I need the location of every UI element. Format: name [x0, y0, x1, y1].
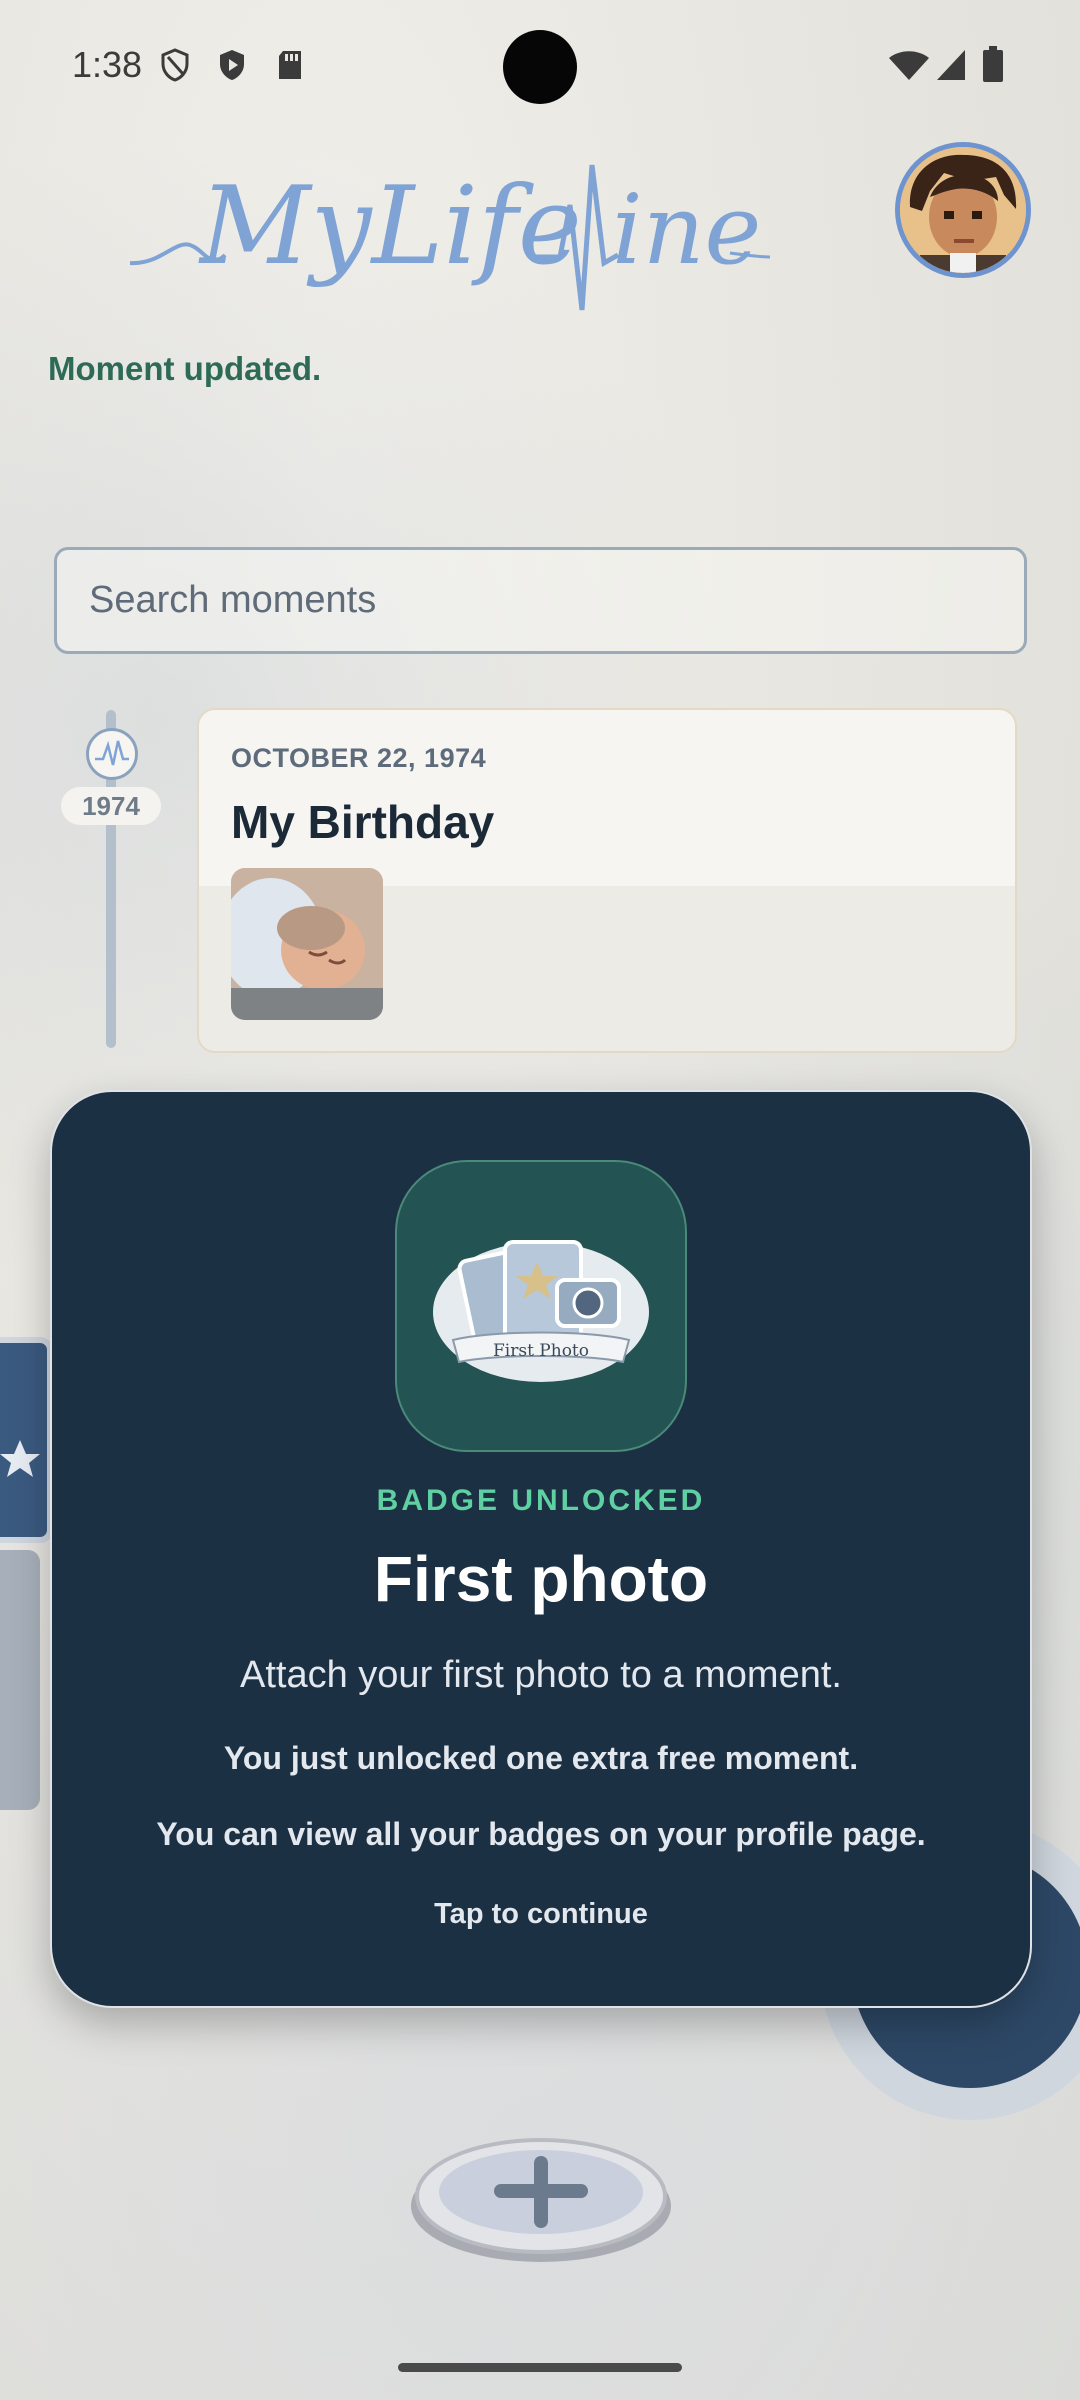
home-indicator[interactable]	[398, 2363, 682, 2372]
shield-icon	[161, 48, 189, 82]
toast-message: Moment updated.	[48, 350, 322, 387]
play-protect-icon	[220, 50, 244, 80]
badge-profile-hint: You can view all your badges on your pro…	[156, 1816, 926, 1852]
badge-title: First photo	[373, 1543, 709, 1615]
sd-card-icon	[279, 51, 301, 79]
status-time: 1:38	[72, 44, 143, 85]
badge-unlocked-dialog[interactable]: First Photo BADGE UNLOCKED First photo A…	[50, 1090, 1032, 2008]
avatar-portrait-icon	[900, 147, 1026, 273]
moment-photo-thumbnail[interactable]	[231, 868, 383, 1020]
mylifeline-logo: MyLife ine	[130, 164, 770, 311]
status-bar: 1:38	[0, 0, 1080, 130]
profile-avatar-button[interactable]	[895, 142, 1031, 278]
timeline-year-label: 1974	[61, 787, 161, 825]
svg-text:ine: ine	[612, 174, 761, 286]
cellular-signal-icon	[937, 50, 965, 80]
logo-wordmark: MyLife	[198, 164, 582, 289]
badge-tile: First Photo	[395, 1160, 687, 1452]
front-camera-cutout	[503, 30, 577, 104]
badge-kicker: BADGE UNLOCKED	[376, 1484, 706, 1517]
wifi-icon	[889, 51, 929, 80]
badge-art-label: First Photo	[493, 1341, 589, 1361]
timeline-node-icon	[86, 728, 138, 780]
sleeping-baby-image	[231, 868, 383, 1020]
tap-to-continue-button[interactable]: Tap to continue	[52, 1898, 1030, 1931]
moment-card[interactable]: OCTOBER 22, 1974 My Birthday	[197, 708, 1017, 1053]
moment-date: OCTOBER 22, 1974	[231, 743, 487, 773]
badge-description: Attach your first photo to a moment.	[240, 1654, 842, 1696]
battery-icon	[983, 46, 1003, 82]
search-moments-input[interactable]	[54, 547, 1027, 654]
moment-title: My Birthday	[231, 796, 495, 848]
badge-reward-text: You just unlocked one extra free moment.	[223, 1740, 859, 1776]
add-moment-button[interactable]	[408, 2126, 674, 2266]
first-photo-badge-icon: First Photo	[433, 1240, 649, 1382]
